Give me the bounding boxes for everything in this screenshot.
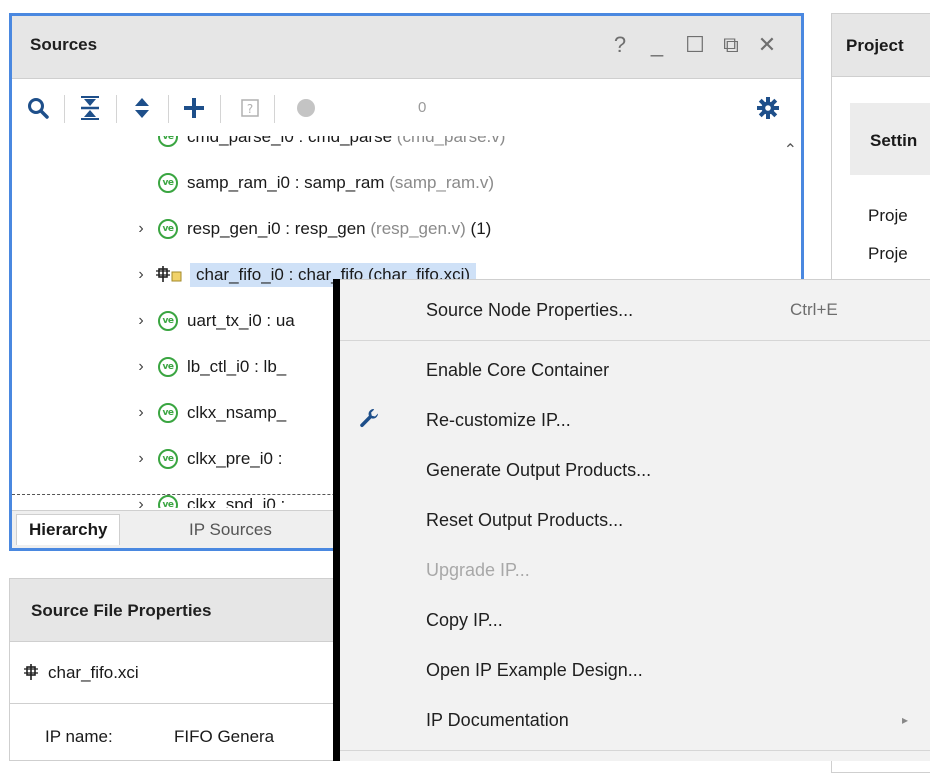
- menu-item-recustomize-ip[interactable]: Re-customize IP...: [340, 395, 930, 445]
- expand-all-icon[interactable]: [126, 92, 158, 124]
- tab-hierarchy[interactable]: Hierarchy: [16, 514, 121, 545]
- help-icon[interactable]: ?: [605, 30, 635, 60]
- collapse-all-icon[interactable]: [74, 92, 106, 124]
- tree-row[interactable]: › ve uart_tx_i0 : ua: [132, 304, 295, 338]
- sources-toolbar: ? 0: [12, 82, 801, 134]
- context-menu: Source Node Properties... Ctrl+E Enable …: [340, 279, 930, 761]
- status-circle-icon[interactable]: [290, 92, 322, 124]
- chevron-right-icon[interactable]: ›: [132, 450, 150, 468]
- sources-title: Sources: [30, 35, 98, 54]
- wrench-icon: [358, 407, 380, 434]
- tree-row[interactable]: › ve resp_gen_i0 : resp_gen (resp_gen.v)…: [132, 212, 491, 246]
- menu-item-ip-documentation[interactable]: IP Documentation ▸: [340, 695, 930, 745]
- project-summary-header: Project: [832, 14, 930, 77]
- status-count: 0: [418, 99, 427, 116]
- menu-item-open-ip-example-design[interactable]: Open IP Example Design...: [340, 645, 930, 695]
- verilog-file-icon: ve: [158, 173, 178, 193]
- chevron-right-icon[interactable]: ›: [132, 220, 150, 238]
- project-summary-title: Project: [846, 36, 904, 55]
- tree-row[interactable]: › ve lb_ctl_i0 : lb_: [132, 350, 286, 384]
- add-sources-icon[interactable]: [178, 92, 210, 124]
- source-file-properties-header: Source File Properties: [10, 579, 338, 642]
- selected-file-name: char_fifo.xci: [48, 663, 139, 682]
- tree-row[interactable]: › ve clkx_pre_i0 :: [132, 442, 282, 476]
- tree-row[interactable]: › ve clkx_spd_i0 :: [132, 488, 285, 508]
- ip-name-label: IP name:: [45, 727, 113, 746]
- source-file-properties-title: Source File Properties: [31, 601, 212, 620]
- svg-text:?: ?: [247, 102, 253, 116]
- verilog-file-icon: ve: [158, 403, 178, 423]
- menu-item-copy-ip[interactable]: Copy IP...: [340, 595, 930, 645]
- maximize-icon[interactable]: ☐: [680, 30, 710, 60]
- tab-ip-sources[interactable]: IP Sources: [177, 514, 284, 545]
- chevron-right-icon[interactable]: ›: [132, 266, 150, 284]
- menu-shortcut: Ctrl+E: [790, 300, 838, 319]
- selected-file: char_fifo.xci: [24, 663, 139, 683]
- menu-item-source-node-properties[interactable]: Source Node Properties... Ctrl+E: [340, 285, 930, 335]
- menu-item-generate-output-products[interactable]: Generate Output Products...: [340, 445, 930, 495]
- ip-core-icon: [24, 664, 40, 682]
- verilog-file-icon: ve: [158, 449, 178, 469]
- menu-item-reset-output-products[interactable]: Reset Output Products...: [340, 495, 930, 545]
- unknown-status-icon[interactable]: ?: [234, 92, 266, 124]
- tree-row[interactable]: › ve clkx_nsamp_: [132, 396, 286, 430]
- verilog-file-icon: ve: [158, 136, 178, 147]
- project-row: Proje: [868, 244, 908, 263]
- project-row: Proje: [868, 206, 908, 225]
- verilog-file-icon: ve: [158, 357, 178, 377]
- float-icon[interactable]: ⧉: [716, 30, 746, 60]
- chevron-right-icon[interactable]: ›: [132, 496, 150, 508]
- menu-item-upgrade-ip: Upgrade IP...: [426, 559, 530, 580]
- chevron-right-icon[interactable]: ›: [132, 404, 150, 422]
- tree-row[interactable]: ve cmd_parse_i0 : cmd_parse (cmd_parse.v…: [150, 136, 505, 154]
- gear-icon[interactable]: [752, 92, 784, 124]
- source-file-properties-panel: Source File Properties char_fifo.xci IP …: [9, 578, 339, 761]
- scroll-up-icon[interactable]: ⌃: [784, 140, 797, 160]
- search-icon[interactable]: [22, 92, 54, 124]
- sources-header: Sources ? _ ☐ ⧉ ✕: [12, 16, 801, 79]
- ip-core-icon: [156, 266, 182, 284]
- submenu-arrow-icon: ▸: [902, 713, 909, 727]
- verilog-file-icon: ve: [158, 219, 178, 239]
- menu-item-enable-core-container[interactable]: Enable Core Container: [340, 345, 930, 395]
- verilog-file-icon: ve: [158, 495, 178, 508]
- settings-label: Settin: [870, 131, 918, 150]
- verilog-file-icon: ve: [158, 311, 178, 331]
- ip-name-value: FIFO Genera: [174, 727, 275, 746]
- chevron-right-icon[interactable]: ›: [132, 358, 150, 376]
- close-icon[interactable]: ✕: [752, 30, 782, 60]
- minimize-icon[interactable]: _: [642, 30, 672, 60]
- tree-row[interactable]: ve samp_ram_i0 : samp_ram (samp_ram.v): [150, 166, 494, 200]
- context-menu-shadow: [333, 279, 340, 761]
- settings-section[interactable]: Settin: [850, 103, 930, 175]
- chevron-right-icon[interactable]: ›: [132, 312, 150, 330]
